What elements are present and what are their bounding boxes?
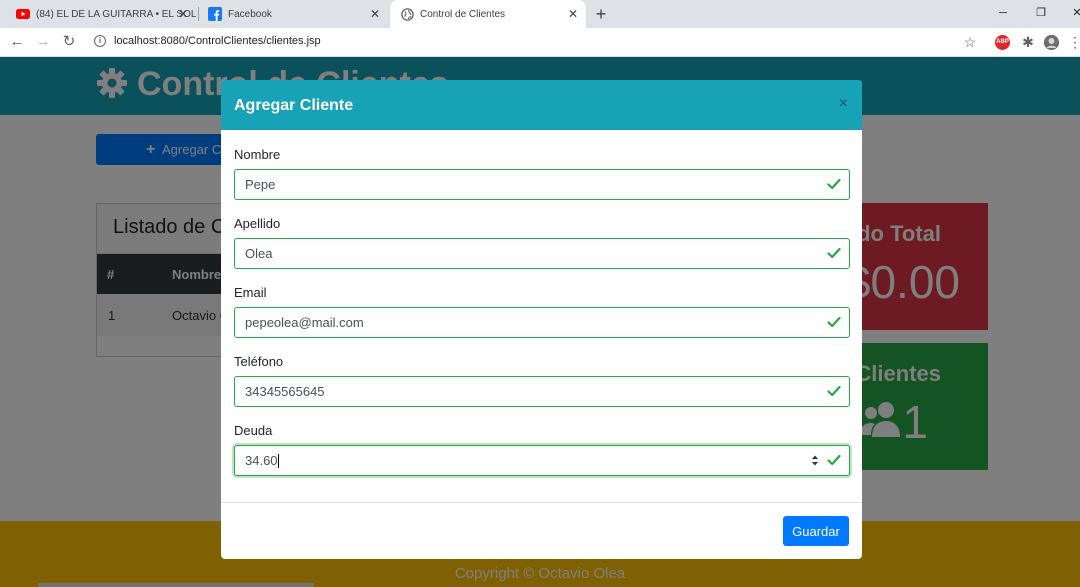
tab-youtube[interactable]: (84) EL DE LA GUITARRA • EL SOL ✕ [8, 0, 196, 28]
nombre-label: Nombre [234, 147, 281, 162]
restore-icon[interactable]: ❐ [1031, 4, 1051, 22]
tab-label: Control de Clientes [420, 8, 506, 20]
adblock-icon[interactable]: ABP [995, 35, 1010, 50]
nombre-field[interactable] [234, 169, 850, 200]
telefono-input[interactable] [245, 377, 805, 406]
apellido-field[interactable] [234, 238, 850, 269]
nombre-input[interactable] [245, 170, 805, 199]
deuda-input[interactable] [245, 446, 805, 475]
profile-avatar-icon[interactable] [1044, 35, 1059, 50]
check-icon [827, 177, 841, 191]
check-icon [827, 315, 841, 329]
guardar-button[interactable]: Guardar [783, 516, 849, 546]
email-field[interactable] [234, 307, 850, 338]
close-tab-icon[interactable]: ✕ [368, 7, 382, 21]
deuda-label: Deuda [234, 423, 273, 438]
info-icon[interactable]: i [94, 35, 106, 47]
browser-tab-bar: (84) EL DE LA GUITARRA • EL SOL ✕ Facebo… [0, 0, 1080, 28]
add-client-modal: Agregar Cliente × Nombre Apellido Email … [221, 80, 862, 559]
modal-header: Agregar Cliente × [221, 80, 862, 130]
facebook-icon [208, 7, 222, 21]
modal-footer-divider [221, 502, 862, 503]
url-omnibox[interactable]: i localhost:8080/ControlClientes/cliente… [88, 31, 988, 53]
minimize-icon[interactable]: ─ [993, 4, 1013, 22]
number-spinner-icon[interactable] [811, 454, 819, 467]
check-icon [827, 453, 841, 467]
globe-icon [400, 7, 414, 21]
text-caret [278, 454, 279, 468]
modal-title: Agregar Cliente [234, 97, 354, 114]
extensions-puzzle-icon[interactable]: ✱ [1019, 33, 1037, 51]
address-bar: ← → ↻ i localhost:8080/ControlClientes/c… [0, 28, 1080, 57]
new-tab-button[interactable]: + [591, 4, 611, 24]
apellido-input[interactable] [245, 239, 805, 268]
telefono-label: Teléfono [234, 354, 284, 369]
url-text[interactable]: localhost:8080/ControlClientes/clientes.… [114, 35, 321, 47]
tab-control-clientes[interactable]: Control de Clientes ✕ [390, 0, 586, 28]
close-icon[interactable]: × [839, 96, 848, 112]
check-icon [827, 384, 841, 398]
close-tab-icon[interactable]: ✕ [566, 7, 580, 21]
youtube-icon [16, 7, 30, 21]
email-label: Email [234, 285, 267, 300]
bookmark-star-icon[interactable]: ☆ [961, 33, 979, 51]
forward-icon[interactable]: → [34, 33, 52, 51]
check-icon [827, 246, 841, 260]
email-input[interactable] [245, 308, 805, 337]
tab-label: Facebook [228, 8, 272, 20]
deuda-field[interactable] [234, 445, 850, 476]
page-content: Control de Clientes + Agregar Cliente Li… [0, 57, 1080, 587]
apellido-label: Apellido [234, 216, 281, 231]
telefono-field[interactable] [234, 376, 850, 407]
close-window-icon[interactable]: ✕ [1067, 4, 1080, 22]
back-icon[interactable]: ← [8, 33, 26, 51]
menu-kebab-icon[interactable]: ⋮ [1066, 33, 1080, 51]
tab-separator [198, 7, 199, 21]
tab-label: (84) EL DE LA GUITARRA • EL SOL [36, 8, 196, 20]
reload-icon[interactable]: ↻ [60, 33, 78, 51]
close-tab-icon[interactable]: ✕ [176, 7, 190, 21]
tab-facebook[interactable]: Facebook ✕ [200, 0, 388, 28]
